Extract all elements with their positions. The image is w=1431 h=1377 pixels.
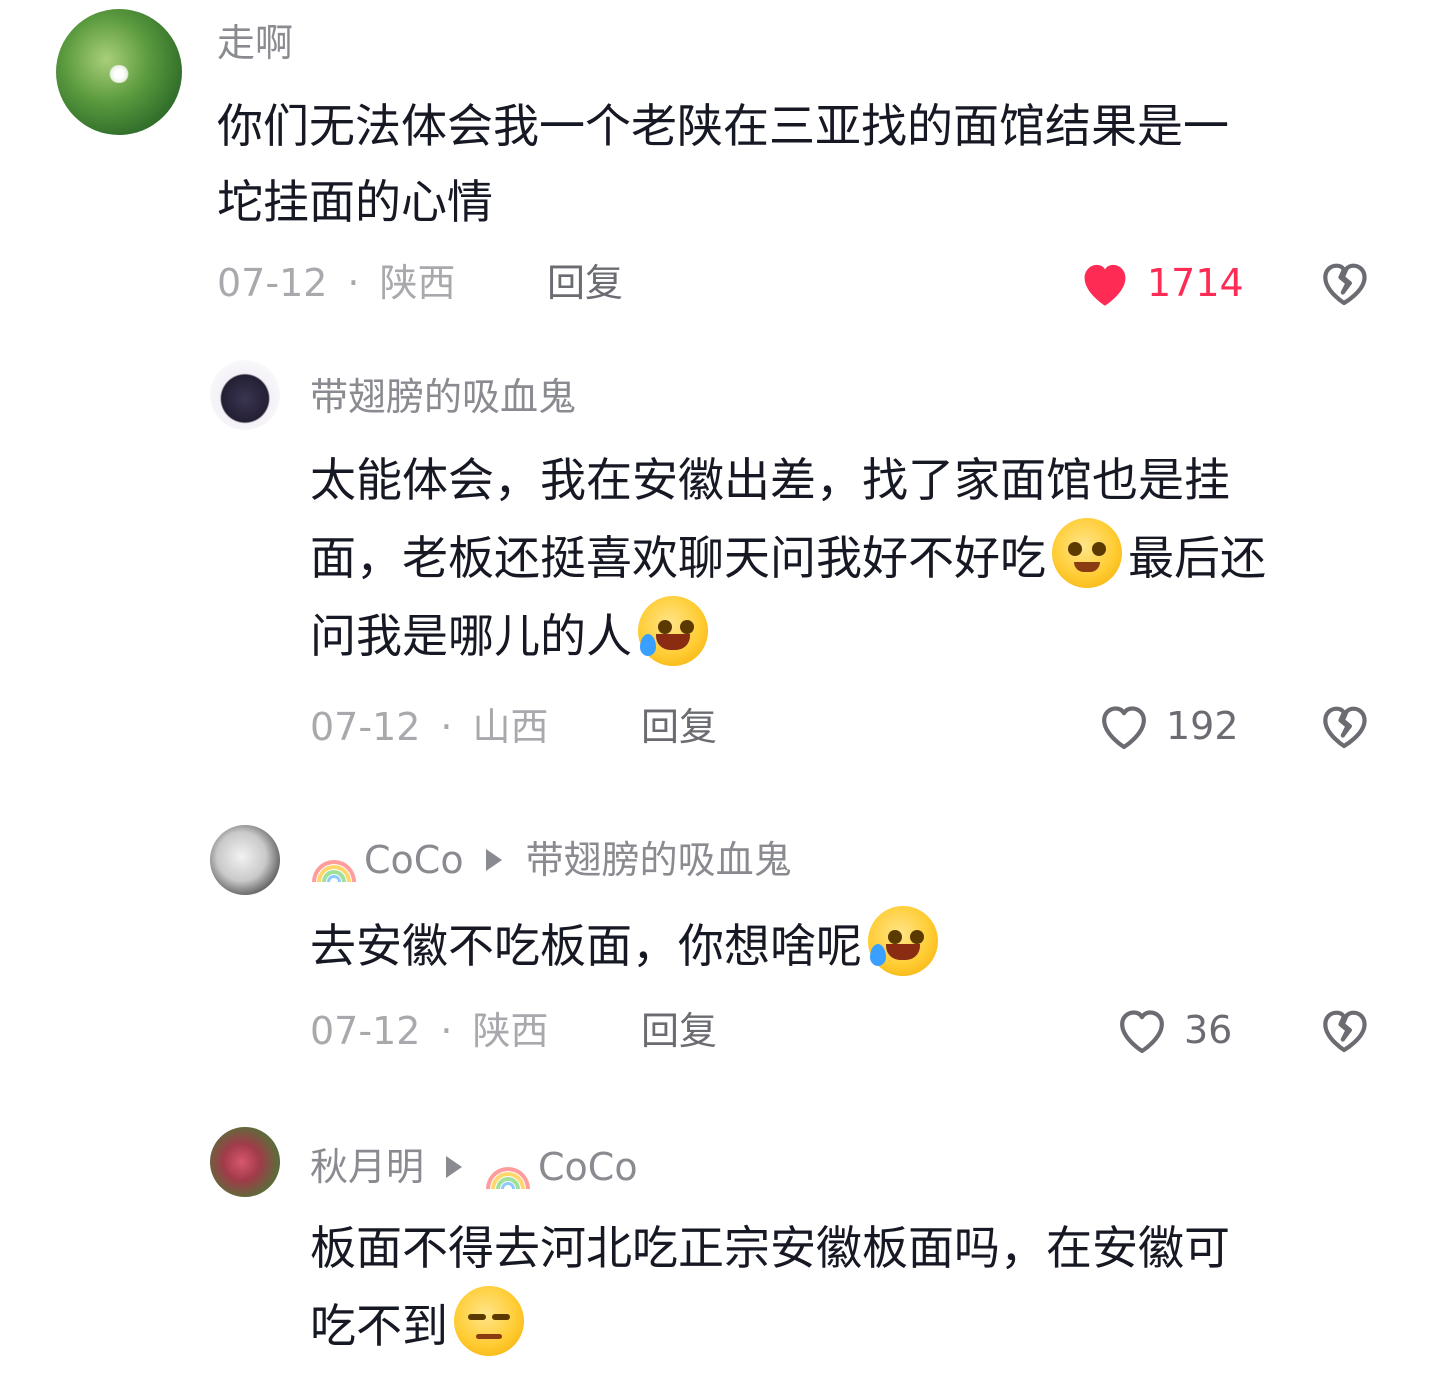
comment-location: 陕西 [379, 261, 456, 305]
comment-text: 板面不得去河北吃正宗安徽板面吗，在安徽可 吃不到 [310, 1210, 1230, 1364]
unamused-emoji-icon [454, 1286, 524, 1356]
comment-text-part: 面，老板还挺喜欢聊天问我好不好吃 [310, 531, 1046, 585]
comment-meta: 07-12 · 陕西 [310, 1012, 549, 1050]
comment-text-part: 最后还 [1128, 531, 1266, 585]
laugh-cry-emoji-icon [638, 596, 708, 666]
like-count: 1714 [1147, 261, 1244, 305]
username[interactable]: CoCo 带翅膀的吸血鬼 [312, 838, 792, 882]
comment-text: 你们无法体会我一个老陕在三亚找的面馆结果是一 坨挂面的心情 [217, 88, 1229, 240]
comment-text-part: 吃不到 [310, 1299, 448, 1353]
like-button[interactable]: 1714 [1077, 258, 1244, 308]
broken-heart-icon[interactable] [1316, 1002, 1372, 1056]
like-button[interactable]: 36 [1114, 1004, 1232, 1056]
comment-text-part: 问我是哪儿的人 [310, 609, 632, 663]
comment-date: 07-12 [310, 705, 421, 749]
heart-icon [1120, 1010, 1164, 1054]
comment-text-line: 面，老板还挺喜欢聊天问我好不好吃 最后还 [310, 518, 1266, 596]
comment-date: 07-12 [217, 261, 328, 305]
username[interactable]: 走啊 [217, 24, 293, 62]
comment-text: 去安徽不吃板面，你想啥呢 [310, 906, 944, 984]
reply-to-username[interactable]: 带翅膀的吸血鬼 [526, 841, 792, 879]
comment-meta: 07-12 · 山西 [310, 708, 549, 746]
smile-emoji-icon [1052, 518, 1122, 588]
comment-text-line: 你们无法体会我一个老陕在三亚找的面馆结果是一 [217, 99, 1229, 153]
comment-text-line: 坨挂面的心情 [217, 175, 493, 229]
avatar[interactable] [56, 9, 182, 135]
avatar[interactable] [210, 825, 280, 895]
username[interactable]: 带翅膀的吸血鬼 [310, 378, 576, 416]
comment-text-line: 板面不得去河北吃正宗安徽板面吗，在安徽可 [310, 1221, 1230, 1275]
comment-location: 陕西 [472, 1009, 549, 1053]
avatar[interactable] [210, 1127, 280, 1197]
laugh-cry-emoji-icon [868, 906, 938, 976]
flower-decoration [108, 65, 130, 83]
comment-text: 太能体会，我在安徽出差，找了家面馆也是挂 面，老板还挺喜欢聊天问我好不好吃 最后还… [310, 442, 1266, 674]
reply-arrow-icon [446, 1156, 463, 1178]
separator: · [347, 261, 360, 305]
comment-text-line: 吃不到 [310, 1286, 1230, 1364]
comment-text-part: 去安徽不吃板面，你想啥呢 [310, 919, 862, 973]
username-text: CoCo [364, 838, 464, 882]
comment-location: 山西 [472, 705, 549, 749]
reply-button[interactable]: 回复 [641, 1012, 717, 1050]
like-count: 192 [1166, 704, 1239, 748]
like-button[interactable]: 192 [1096, 700, 1239, 752]
rainbow-icon [312, 838, 356, 882]
rainbow-icon [486, 1145, 531, 1189]
comment-text-line: 问我是哪儿的人 [310, 596, 1266, 674]
comment-date: 07-12 [310, 1009, 421, 1053]
comment-text-line: 太能体会，我在安徽出差，找了家面馆也是挂 [310, 453, 1230, 507]
like-count: 36 [1184, 1008, 1233, 1052]
username-text: 秋月明 [310, 1145, 425, 1189]
broken-heart-icon[interactable] [1316, 698, 1372, 752]
separator: · [440, 1009, 453, 1053]
heart-icon [1102, 706, 1146, 750]
broken-heart-icon[interactable] [1316, 255, 1372, 309]
comment-text-line: 去安徽不吃板面，你想啥呢 [310, 906, 944, 984]
reply-button[interactable]: 回复 [641, 708, 717, 746]
username[interactable]: 秋月明 CoCo [310, 1145, 638, 1189]
separator: · [440, 705, 453, 749]
comment-meta: 07-12 · 陕西 [217, 264, 456, 302]
avatar[interactable] [210, 360, 280, 430]
reply-arrow-icon [485, 849, 502, 871]
reply-to-username[interactable]: CoCo [538, 1148, 638, 1186]
heart-icon [1084, 264, 1126, 306]
reply-button[interactable]: 回复 [547, 264, 623, 302]
